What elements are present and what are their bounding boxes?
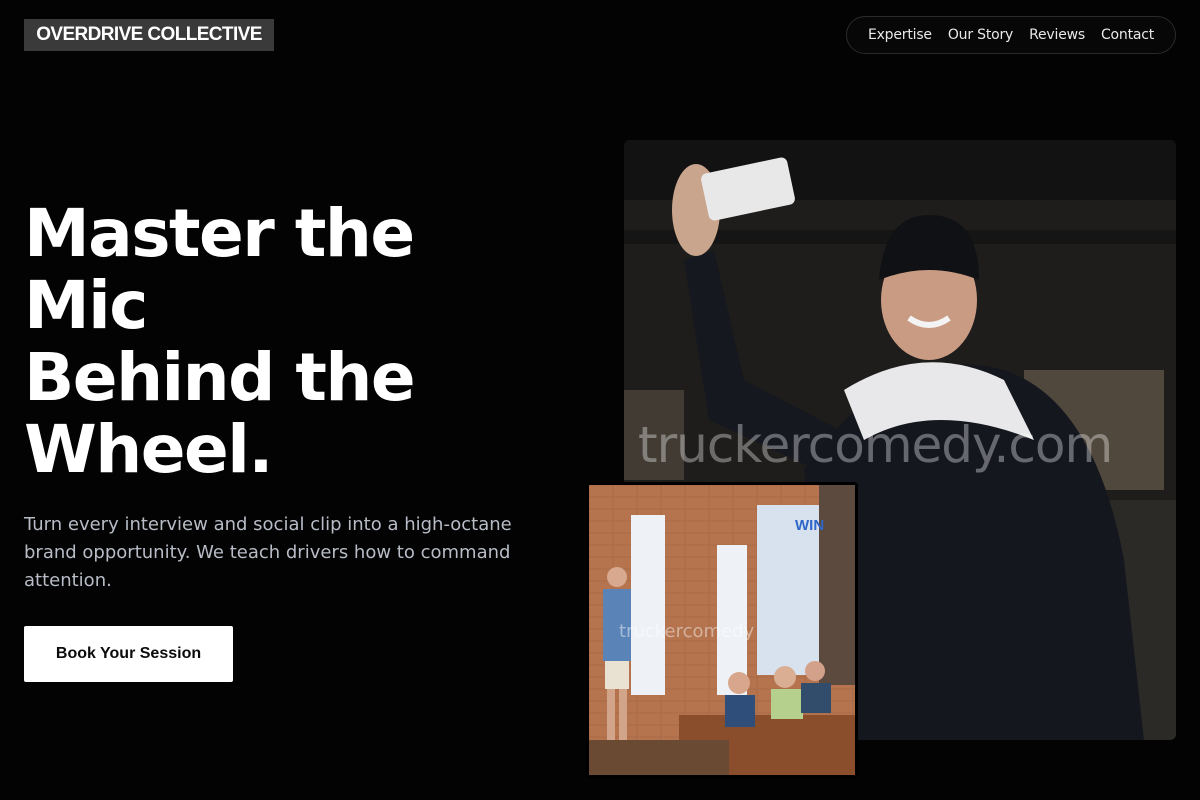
nav-link-reviews[interactable]: Reviews (1029, 27, 1085, 43)
inset-photo-coaching-room: WIN truckercomedy (586, 482, 858, 778)
hero-subtext: Turn every interview and social clip int… (24, 514, 512, 591)
headline-line: Mic (24, 267, 148, 344)
inset-photo-watermark: truckercomedy (619, 621, 755, 642)
top-nav: Expertise Our Story Reviews Contact (846, 16, 1176, 54)
nav-link-contact[interactable]: Contact (1101, 27, 1154, 43)
brand-name: OVERDRIVE COLLECTIVE (36, 24, 262, 45)
nav-link-our-story[interactable]: Our Story (948, 27, 1013, 43)
headline-line: Wheel. (24, 411, 274, 488)
nav-link-expertise[interactable]: Expertise (868, 27, 932, 43)
brand-logo[interactable]: OVERDRIVE COLLECTIVE (24, 19, 274, 51)
main-photo-watermark: truckercomedy.com (638, 416, 1113, 474)
wall-sign: WIN (795, 517, 825, 534)
hero-headline: Master the Mic Behind the Wheel. (24, 198, 544, 486)
headline-line: Master the (24, 195, 415, 272)
book-session-button[interactable]: Book Your Session (24, 626, 233, 682)
page: OVERDRIVE COLLECTIVE Expertise Our Story… (0, 0, 1200, 800)
headline-line: Behind the (24, 339, 416, 416)
